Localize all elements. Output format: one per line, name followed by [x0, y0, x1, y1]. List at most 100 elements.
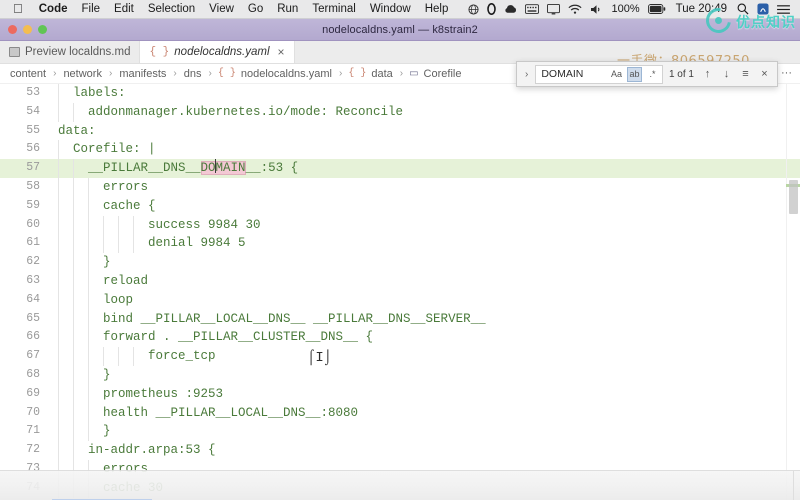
line-number: 55	[26, 123, 40, 137]
code-text[interactable]: prometheus :9253	[50, 385, 800, 404]
find-input[interactable]: DOMAIN Aa ab .*	[535, 64, 663, 84]
code-text[interactable]: }	[50, 253, 800, 272]
zero-icon[interactable]	[483, 3, 500, 15]
menu-item-view[interactable]: View	[202, 3, 241, 15]
breadcrumb-item-manifests[interactable]: manifests	[118, 68, 167, 80]
yaml-file-icon: { }	[217, 68, 236, 79]
code-line[interactable]: 66 forward . __PILLAR__CLUSTER__DNS__ {	[0, 328, 800, 348]
secondary-editor-preview[interactable]: 156 name: dns-tcp 157 protocol: TCP	[0, 470, 800, 500]
match-whole-word-icon[interactable]: ab	[626, 66, 642, 82]
code-line[interactable]: 65 bind __PILLAR__LOCAL__DNS__ __PILLAR_…	[0, 309, 800, 329]
code-line[interactable]: 57 __PILLAR__DNS__DOMAIN__:53 {	[0, 159, 800, 178]
code-editor[interactable]: 53 labels: 54 addonmanager.kubernetes.io/…	[0, 84, 800, 500]
menu-item-window[interactable]: Window	[363, 3, 418, 15]
code-line[interactable]: 61 denial 9984 5	[0, 234, 800, 254]
code-line[interactable]: 56 Corefile: |	[0, 140, 800, 160]
breadcrumb-item-file[interactable]: nodelocaldns.yaml	[240, 68, 333, 80]
code-text[interactable]: health __PILLAR__LOCAL__DNS__:8080	[50, 404, 800, 423]
code-line[interactable]: 59 cache {	[0, 196, 800, 216]
code-text[interactable]: in-addr.arpa:53 {	[50, 441, 800, 460]
code-line[interactable]: 64 loop	[0, 290, 800, 310]
ghost-panel-divider	[793, 471, 794, 500]
editor-scrollbar[interactable]	[786, 84, 800, 500]
code-text[interactable]: denial 9984 5	[50, 234, 800, 253]
code-text[interactable]: loop	[50, 291, 800, 310]
code-line[interactable]: 63 reload	[0, 271, 800, 291]
code-line[interactable]: 55 data:	[0, 122, 800, 141]
menu-item-edit[interactable]: Edit	[107, 3, 141, 15]
breadcrumb-item-corefile[interactable]: Corefile	[423, 68, 463, 80]
code-text[interactable]: force_tcp	[50, 347, 800, 366]
menu-item-run[interactable]: Run	[270, 3, 305, 15]
object-symbol-icon: { }	[348, 68, 367, 79]
code-text[interactable]: data:	[50, 122, 800, 141]
code-lines[interactable]: 53 labels: 54 addonmanager.kubernetes.io/…	[0, 84, 800, 500]
keyboard-icon[interactable]	[521, 4, 543, 14]
chevron-right-icon: ›	[53, 68, 57, 79]
breadcrumb-item-content[interactable]: content	[9, 68, 47, 80]
more-actions-button[interactable]: ···	[781, 68, 792, 79]
close-find-icon[interactable]: ×	[757, 68, 772, 80]
cloud-icon[interactable]	[500, 4, 521, 14]
menu-item-help[interactable]: Help	[418, 3, 456, 15]
breadcrumb-item-network[interactable]: network	[62, 68, 103, 80]
menu-item-code[interactable]: Code	[32, 3, 75, 15]
code-line[interactable]: 67 force_tcp	[0, 347, 800, 366]
battery-icon[interactable]	[644, 4, 670, 14]
use-regex-icon[interactable]: .*	[645, 67, 660, 82]
line-number: 53	[26, 86, 40, 99]
code-text[interactable]: __PILLAR__DNS__DOMAIN__:53 {	[50, 159, 800, 178]
menu-item-file[interactable]: File	[75, 3, 108, 15]
match-case-icon[interactable]: Aa	[609, 67, 624, 82]
scrollbar-thumb[interactable]	[789, 180, 798, 214]
tab-nodelocaldns-yaml[interactable]: { } nodelocaldns.yaml ×	[140, 41, 295, 63]
code-text[interactable]: }	[50, 366, 800, 385]
code-line[interactable]: 68 }	[0, 365, 800, 385]
line-number: 70	[26, 405, 40, 419]
code-line[interactable]: 69 prometheus :9253	[0, 384, 800, 404]
code-text[interactable]: reload	[50, 272, 800, 291]
code-line[interactable]: 60 success 9984 30	[0, 215, 800, 235]
code-text[interactable]: forward . __PILLAR__CLUSTER__DNS__ {	[50, 328, 800, 347]
breadcrumb-item-data[interactable]: data	[370, 68, 393, 80]
find-next-icon[interactable]: ↓	[719, 68, 734, 80]
menu-item-terminal[interactable]: Terminal	[305, 3, 362, 15]
menu-item-go[interactable]: Go	[241, 3, 270, 15]
code-text[interactable]: }	[50, 422, 800, 441]
chevron-right-icon: ›	[208, 68, 212, 79]
string-symbol-icon: ▭	[409, 68, 419, 79]
globe-icon[interactable]	[464, 3, 483, 15]
code-text[interactable]: Corefile: |	[50, 140, 800, 159]
menu-item-selection[interactable]: Selection	[141, 3, 202, 15]
toggle-replace-icon[interactable]: ›	[522, 69, 531, 80]
find-in-selection-icon[interactable]: ≡	[738, 68, 753, 80]
volume-icon[interactable]	[586, 4, 607, 15]
line-number: 59	[26, 198, 40, 212]
code-line[interactable]: 54 addonmanager.kubernetes.io/mode: Reco…	[0, 102, 800, 122]
tab-preview-localdns[interactable]: Preview localdns.md	[0, 41, 141, 63]
code-line[interactable]: 58 errors	[0, 177, 800, 197]
line-number: 62	[26, 255, 40, 269]
code-text[interactable]: success 9984 30	[50, 216, 800, 235]
display-icon[interactable]	[543, 3, 564, 15]
wifi-icon[interactable]	[564, 4, 586, 15]
close-icon[interactable]: ×	[278, 46, 285, 58]
code-text[interactable]: cache {	[50, 197, 800, 216]
code-text[interactable]: bind __PILLAR__LOCAL__DNS__ __PILLAR__DN…	[50, 310, 800, 329]
code-line[interactable]: 70 health __PILLAR__LOCAL__DNS__:8080	[0, 403, 800, 423]
line-number: 66	[26, 330, 40, 344]
breadcrumb-item-dns[interactable]: dns	[183, 68, 203, 80]
code-line[interactable]: 72 in-addr.arpa:53 {	[0, 441, 800, 460]
code-text[interactable]: addonmanager.kubernetes.io/mode: Reconci…	[50, 103, 800, 122]
find-match-highlight: DOMAIN	[200, 159, 246, 176]
code-line[interactable]: 71 }	[0, 422, 800, 442]
find-input-value: DOMAIN	[541, 68, 584, 80]
code-text[interactable]: errors	[50, 178, 800, 197]
code-line[interactable]: 62 }	[0, 253, 800, 272]
apple-icon[interactable]: 	[6, 2, 32, 16]
line-number: 56	[26, 142, 40, 156]
line-number: 60	[26, 217, 40, 231]
find-previous-icon[interactable]: ↑	[700, 68, 715, 80]
find-widget[interactable]: › DOMAIN Aa ab .* 1 of 1 ↑ ↓ ≡ ×	[516, 61, 778, 87]
vscode-window: nodelocaldns.yaml — k8strain2 Preview lo…	[0, 19, 800, 500]
